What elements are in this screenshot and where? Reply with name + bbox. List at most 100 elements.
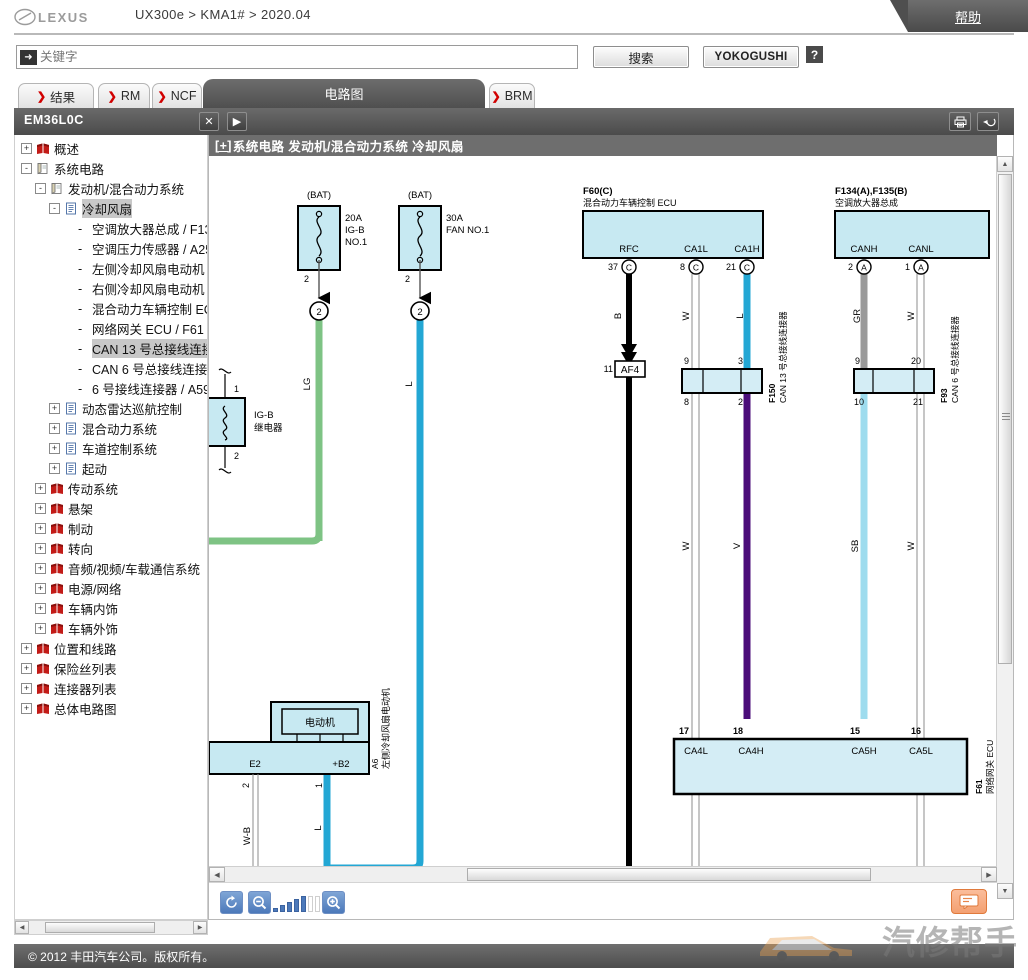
tree-item[interactable]: + 车辆内饰: [15, 598, 207, 618]
navigation-tree-pane[interactable]: + 概述 - 系统电路 - 发动机/混合动力系统 - 冷却风扇 - 空调放大器总成 / F134-…: [14, 135, 208, 920]
search-button[interactable]: 搜索: [593, 46, 689, 68]
tree-horizontal-scrollbar[interactable]: ◀ ▶: [14, 920, 208, 935]
tree-item[interactable]: + 车道控制系统: [15, 438, 207, 458]
collapse-icon[interactable]: -: [21, 162, 32, 174]
expand-icon[interactable]: +: [35, 502, 46, 514]
book-icon: [50, 602, 64, 615]
expand-icon[interactable]: +: [35, 542, 46, 554]
tree-item[interactable]: - CAN 6 号总接线连接器: [15, 358, 207, 378]
scroll-right-icon[interactable]: ▶: [981, 867, 997, 882]
expand-icon[interactable]: +: [35, 522, 46, 534]
expand-icon[interactable]: +: [49, 422, 60, 434]
zoom-out-icon[interactable]: [248, 891, 271, 914]
scroll-up-icon[interactable]: ▲: [997, 156, 1013, 172]
wiring-diagram-canvas[interactable]: (BAT) 20A IG-B NO.1 2 2 (BAT) 30A FAN NO…: [209, 156, 997, 899]
diagram-title-bar: [+] 系统电路 发动机/混合动力系统 冷却风扇: [209, 135, 997, 156]
help-button[interactable]: 帮助: [890, 0, 1028, 32]
tab-rm[interactable]: ❯ RM: [98, 83, 150, 108]
tree-item[interactable]: + 电源/网络: [15, 578, 207, 598]
tree-item[interactable]: - 发动机/混合动力系统: [15, 178, 207, 198]
svg-text:CA1H: CA1H: [734, 244, 759, 255]
expand-all-link[interactable]: [+]: [215, 139, 232, 153]
search-input[interactable]: [37, 47, 557, 67]
tree-item[interactable]: + 转向: [15, 538, 207, 558]
tree-item[interactable]: -6 号接线连接器 / A59: [15, 378, 207, 398]
back-arrow-icon[interactable]: [977, 112, 999, 131]
tab-brm[interactable]: ❯ BRM: [489, 83, 535, 108]
scroll-down-icon[interactable]: ▼: [997, 883, 1013, 899]
tree-item-label: 车辆内饰: [68, 602, 119, 617]
tab-ncf[interactable]: ❯ NCF: [152, 83, 202, 108]
expand-icon[interactable]: +: [49, 402, 60, 414]
svg-text:W: W: [906, 541, 917, 550]
svg-text:2: 2: [417, 307, 422, 318]
tree-item[interactable]: + 总体电路图: [15, 698, 207, 718]
expand-icon[interactable]: +: [49, 462, 60, 474]
svg-text:CA1L: CA1L: [684, 244, 708, 255]
search-field-wrapper[interactable]: ➜: [16, 45, 578, 69]
tree-item[interactable]: + 动态雷达巡航控制: [15, 398, 207, 418]
question-mark-icon[interactable]: ?: [806, 46, 823, 63]
expand-icon[interactable]: +: [35, 622, 46, 634]
tree-item[interactable]: -混合动力车辆控制 ECU: [15, 298, 207, 318]
tree-item[interactable]: + 概述: [15, 138, 207, 158]
tree-item[interactable]: + 起动: [15, 458, 207, 478]
tree-item[interactable]: - 冷却风扇: [15, 198, 207, 218]
diagram-horizontal-scrollbar[interactable]: ◀ ▶: [209, 866, 997, 882]
refresh-icon[interactable]: [220, 891, 243, 914]
print-icon[interactable]: [949, 112, 971, 131]
expand-icon[interactable]: +: [21, 662, 32, 674]
scroll-thumb[interactable]: [45, 922, 155, 933]
play-arrow-icon[interactable]: ▶: [227, 112, 247, 131]
tree-item[interactable]: + 制动: [15, 518, 207, 538]
tree-item[interactable]: - 空调压力传感器 / A25: [15, 238, 207, 258]
horizontal-scroll-thumb[interactable]: [467, 868, 871, 881]
tree-item[interactable]: -CAN 13 号总接线连接器: [15, 338, 207, 358]
scroll-left-icon[interactable]: ◀: [15, 921, 29, 934]
tree-item[interactable]: - 左侧冷却风扇电动机 /: [15, 258, 207, 278]
tree-item[interactable]: + 连接器列表: [15, 678, 207, 698]
close-icon[interactable]: ✕: [199, 112, 219, 131]
expand-icon[interactable]: +: [35, 482, 46, 494]
tree-item[interactable]: + 音频/视频/车载通信系统: [15, 558, 207, 578]
expand-icon[interactable]: +: [21, 702, 32, 714]
svg-text:CANL: CANL: [908, 244, 933, 255]
tree-item[interactable]: + 悬架: [15, 498, 207, 518]
tree-item[interactable]: + 位置和线路: [15, 638, 207, 658]
expand-icon[interactable]: +: [21, 682, 32, 694]
scroll-right-icon[interactable]: ▶: [193, 921, 207, 934]
tree-item[interactable]: - 网络网关 ECU / F61: [15, 318, 207, 338]
tree-item[interactable]: - 空调放大器总成 / F134: [15, 218, 207, 238]
chat-icon[interactable]: [951, 889, 987, 914]
book-icon: [36, 142, 50, 155]
tree-item[interactable]: + 传动系统: [15, 478, 207, 498]
tab-results[interactable]: ❯ 结果: [18, 83, 94, 108]
scroll-left-icon[interactable]: ◀: [209, 867, 225, 882]
tree-item[interactable]: + 保险丝列表: [15, 658, 207, 678]
tree-item[interactable]: + 混合动力系统: [15, 418, 207, 438]
collapse-icon[interactable]: -: [49, 202, 60, 214]
expand-icon[interactable]: +: [21, 142, 32, 154]
expand-icon[interactable]: +: [35, 602, 46, 614]
tree-item[interactable]: - 系统电路: [15, 158, 207, 178]
dash-icon: -: [78, 361, 83, 376]
diagram-vertical-scrollbar[interactable]: ▲ ▼: [996, 156, 1013, 899]
zoom-level-indicator[interactable]: [273, 894, 320, 912]
zoom-in-icon[interactable]: [322, 891, 345, 914]
expand-icon[interactable]: +: [21, 642, 32, 654]
svg-text:21: 21: [913, 397, 923, 407]
expand-icon[interactable]: +: [35, 582, 46, 594]
vertical-scroll-thumb[interactable]: [998, 174, 1012, 664]
collapse-icon[interactable]: -: [35, 182, 46, 194]
svg-text:1: 1: [314, 783, 324, 788]
expand-icon[interactable]: +: [35, 562, 46, 574]
tree-item[interactable]: + 车辆外饰: [15, 618, 207, 638]
book-icon: [36, 702, 50, 715]
svg-text:A6: A6: [370, 758, 380, 769]
tree-item[interactable]: - 右侧冷却风扇电动机 /: [15, 278, 207, 298]
expand-icon[interactable]: +: [49, 442, 60, 454]
svg-text:18: 18: [733, 726, 743, 736]
yokogushi-button[interactable]: YOKOGUSHI: [703, 46, 799, 68]
svg-text:IG-B: IG-B: [254, 410, 274, 421]
tab-wiring-diagram[interactable]: 电路图: [203, 79, 485, 108]
